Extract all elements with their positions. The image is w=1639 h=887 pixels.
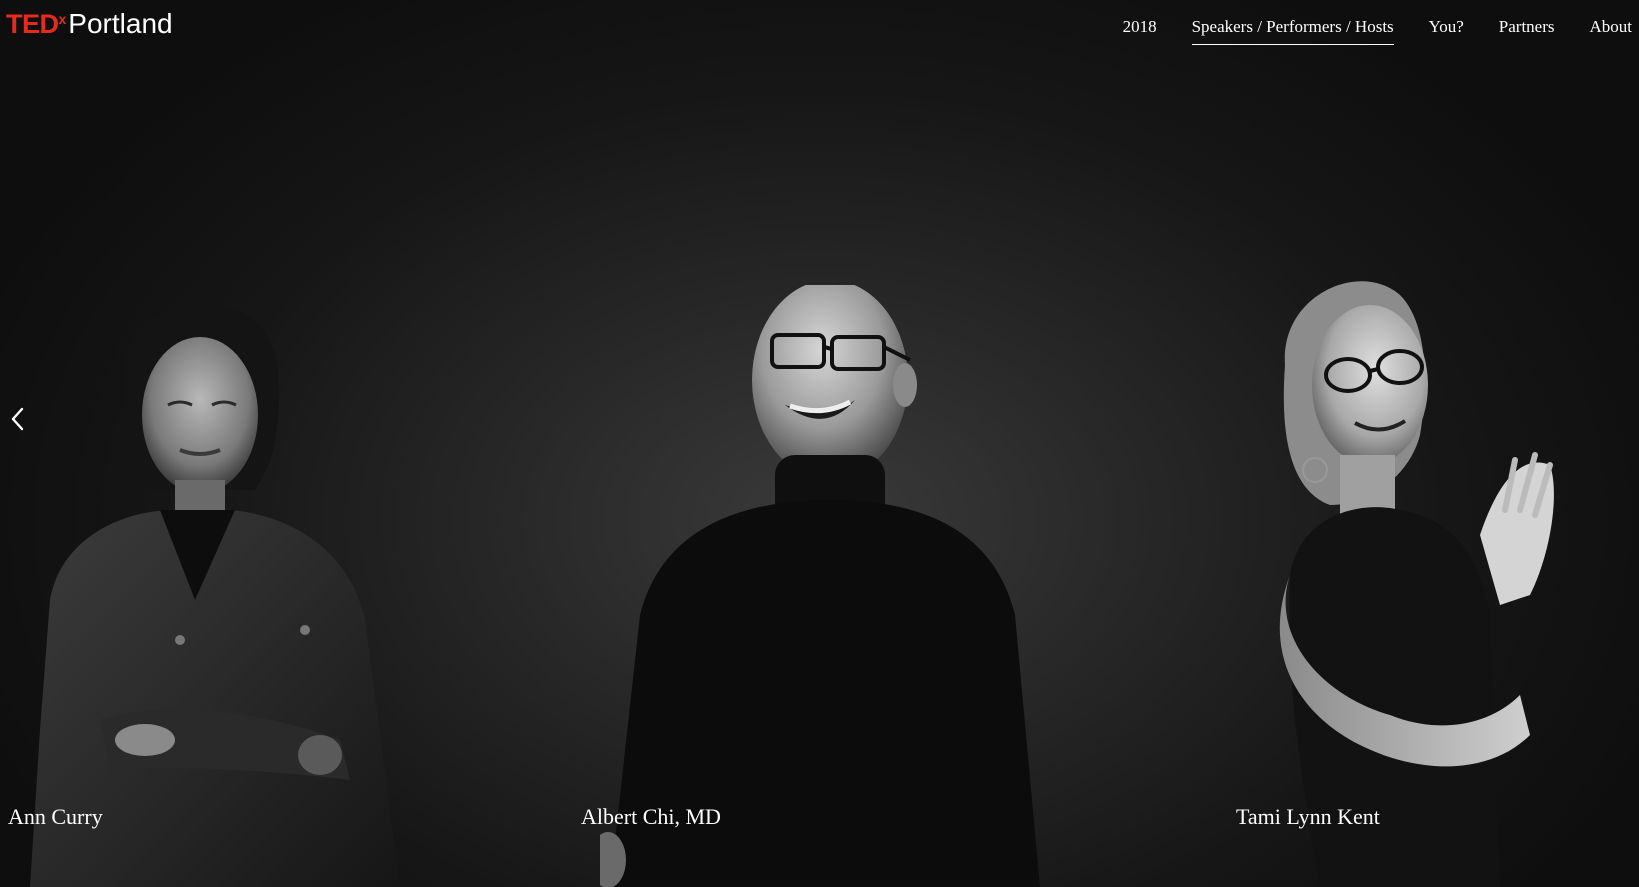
nav-item-you[interactable]: You?	[1429, 14, 1464, 45]
main-nav: 2018 Speakers / Performers / Hosts You? …	[1088, 14, 1632, 45]
logo-x: x	[58, 11, 67, 27]
speaker-name-ann-curry[interactable]: Ann Curry	[8, 803, 103, 831]
speaker-photo-albert-chi[interactable]	[600, 285, 1060, 887]
speaker-photo-tami-lynn-kent[interactable]	[1250, 275, 1639, 887]
chevron-left-icon[interactable]	[6, 404, 28, 434]
speaker-name-albert-chi[interactable]: Albert Chi, MD	[581, 803, 721, 831]
logo-ted: TED	[6, 9, 59, 39]
speaker-name-tami-lynn-kent[interactable]: Tami Lynn Kent	[1236, 803, 1380, 831]
hero-stage: TED x Portland 2018 Speakers / Performer…	[0, 0, 1639, 887]
nav-item-2018[interactable]: 2018	[1123, 14, 1157, 45]
nav-item-partners[interactable]: Partners	[1499, 14, 1555, 45]
logo-city: Portland	[68, 8, 173, 39]
site-logo[interactable]: TED x Portland	[6, 6, 173, 46]
speaker-photo-ann-curry[interactable]	[30, 300, 430, 887]
nav-item-speakers[interactable]: Speakers / Performers / Hosts	[1191, 14, 1394, 45]
nav-item-about[interactable]: About	[1590, 14, 1633, 45]
